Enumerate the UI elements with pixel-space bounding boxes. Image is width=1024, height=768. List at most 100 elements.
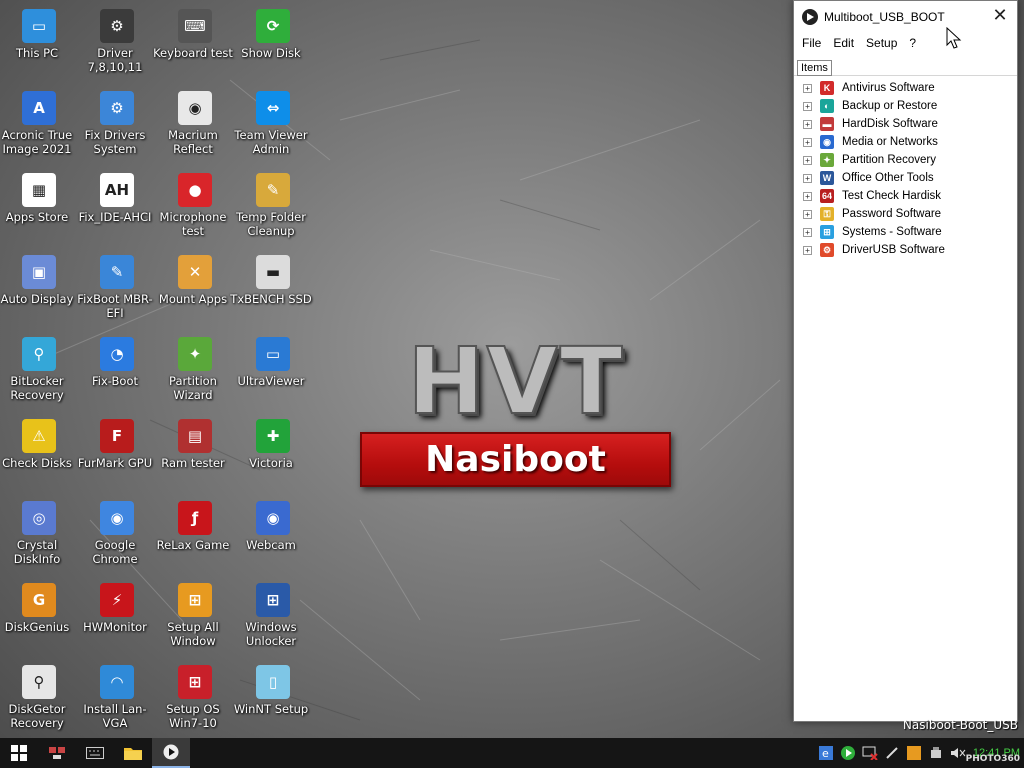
tree-item-network[interactable]: + ◉ Media or Networks	[794, 133, 1017, 151]
close-button[interactable]: ✕	[983, 1, 1017, 31]
menu-setup[interactable]: Setup	[862, 36, 901, 50]
tree-item-word[interactable]: + W Office Other Tools	[794, 169, 1017, 187]
expand-plus-icon[interactable]: +	[803, 227, 812, 237]
tree-item-label: Test Check Hardisk	[842, 190, 942, 202]
desktop-icon-broom[interactable]: ✎ Temp Folder Cleanup	[234, 170, 312, 250]
desktop-icon-label: Driver 7,8,10,11	[87, 46, 143, 74]
desktop-icon-diskgenius[interactable]: G DiskGenius	[0, 580, 78, 660]
desktop-icon-windows-unlocker[interactable]: ⊞ Windows Unlocker	[234, 580, 312, 660]
desktop-icon-ahci[interactable]: AH Fix_IDE-AHCI	[78, 170, 156, 250]
expand-plus-icon[interactable]: +	[803, 101, 812, 111]
flash-icon: ƒ	[178, 501, 212, 535]
wrench-icon: ✎	[100, 255, 134, 289]
tab-items[interactable]: Items	[797, 60, 832, 76]
expand-plus-icon[interactable]: +	[803, 191, 812, 201]
desktop-icon-label: Macrium Reflect	[168, 128, 218, 156]
taskbar-multiboot[interactable]	[152, 738, 190, 768]
tree-item-windows[interactable]: + ⊞ Systems - Software	[794, 223, 1017, 241]
tree-item-test-64[interactable]: +64 Test Check Hardisk	[794, 187, 1017, 205]
desktop-icon-driver[interactable]: ⚙ Driver 7,8,10,11	[78, 6, 156, 86]
desktop-icon-tools[interactable]: ✕ Mount Apps	[156, 252, 234, 332]
desktop-icon-flash[interactable]: ƒ ReLax Game	[156, 498, 234, 578]
ram-icon: ▤	[178, 419, 212, 453]
tray-edge-icon[interactable]: e	[815, 738, 837, 768]
desktop-icon-pie[interactable]: ◔ Fix-Boot	[78, 334, 156, 414]
computer-icon: ▭	[22, 9, 56, 43]
wifi-icon: ◠	[100, 665, 134, 699]
desktop-icon-plus[interactable]: ✚ Victoria	[234, 416, 312, 496]
desktop-icon-chrome[interactable]: ◉ Google Chrome	[78, 498, 156, 578]
windows-setup-icon: ⊞	[178, 583, 212, 617]
desktop-icon-label: BitLocker Recovery	[10, 374, 64, 402]
desktop-icon-wrench[interactable]: ✎ FixBoot MBR-EFI	[77, 252, 156, 332]
desktop-icon-winntsetup[interactable]: ▯ WinNT Setup	[234, 662, 312, 742]
tree-item-backup[interactable]: + ◐ Backup or Restore	[794, 97, 1017, 115]
taskbar-explorer[interactable]	[114, 738, 152, 768]
tree-item-label: Media or Networks	[842, 136, 938, 148]
windows-icon: ⊞	[820, 225, 834, 239]
desktop-icon-keyboard[interactable]: ⌨ Keyboard test	[153, 6, 234, 86]
tree-item-partition[interactable]: + ✦ Partition Recovery	[794, 151, 1017, 169]
desktop-icon-webcam[interactable]: ◉ Webcam	[234, 498, 312, 578]
tree-item-label: Office Other Tools	[842, 172, 934, 184]
desktop-icon-teamviewer[interactable]: ⇔ Team Viewer Admin	[234, 88, 312, 168]
desktop-icon-ram[interactable]: ▤ Ram tester	[156, 416, 234, 496]
desktop-icon-furmark[interactable]: F FurMark GPU	[78, 416, 156, 496]
desktop-icon-crystaldiskinfo[interactable]: ◎ Crystal DiskInfo	[0, 498, 78, 578]
desktop-icon-bitlocker[interactable]: ⚲ BitLocker Recovery	[0, 334, 78, 414]
desktop-icon-label: DiskGetor Recovery	[8, 702, 66, 730]
expand-plus-icon[interactable]: +	[803, 119, 812, 129]
start-button[interactable]	[0, 738, 38, 768]
menu-file[interactable]: File	[798, 36, 825, 50]
ssd-icon: ▬	[256, 255, 290, 289]
expand-plus-icon[interactable]: +	[803, 83, 812, 93]
desktop-icon-windows-setup[interactable]: ⊞ Setup OS Win7-10	[156, 662, 234, 742]
expand-plus-icon[interactable]: +	[803, 137, 812, 147]
tree-item-harddisk[interactable]: + ▬ HardDisk Software	[794, 115, 1017, 133]
desktop-icon-warning[interactable]: ⚠ Check Disks	[0, 416, 78, 496]
windows-unlocker-icon: ⊞	[256, 583, 290, 617]
desktop-icon-label: Keyboard test	[153, 46, 233, 60]
expand-plus-icon[interactable]: +	[803, 173, 812, 183]
webcam-icon: ◉	[256, 501, 290, 535]
magnifier-icon: ⚲	[22, 665, 56, 699]
tree-item-antivirus[interactable]: + K Antivirus Software	[794, 79, 1017, 97]
expand-plus-icon[interactable]: +	[803, 209, 812, 219]
desktop-icon-computer[interactable]: ▭ This PC	[0, 6, 78, 86]
mouse-cursor-icon	[946, 27, 962, 49]
windows-logo-icon	[11, 745, 27, 761]
desktop-icon-microphone[interactable]: ● Microphone test	[156, 170, 234, 250]
tree-item-key[interactable]: + ⚿ Password Software	[794, 205, 1017, 223]
desktop-icon-store[interactable]: ▦ Apps Store	[0, 170, 78, 250]
desktop-icon-label: Google Chrome	[92, 538, 138, 566]
tray-play-icon[interactable]	[837, 738, 859, 768]
desktop-icon-fix-drivers[interactable]: ⚙ Fix Drivers System	[78, 88, 156, 168]
tree-item-driver-usb[interactable]: + ⚙ DriverUSB Software	[794, 241, 1017, 259]
tray-pen-icon[interactable]	[881, 738, 903, 768]
desktop-icon-ultraviewer[interactable]: ▭ UltraViewer	[234, 334, 312, 414]
desktop-icon-ssd[interactable]: ▬ TxBENCH SSD	[230, 252, 312, 332]
display-icon: ▣	[22, 255, 56, 289]
desktop-icon-magnifier[interactable]: ⚲ DiskGetor Recovery	[0, 662, 78, 742]
desktop-icon-display[interactable]: ▣ Auto Display	[0, 252, 78, 332]
expand-plus-icon[interactable]: +	[803, 245, 812, 255]
desktop-icon-hwmonitor[interactable]: ⚡ HWMonitor	[78, 580, 156, 660]
driver-icon: ⚙	[100, 9, 134, 43]
desktop-icon-acronis[interactable]: A Acronic True Image 2021	[0, 88, 78, 168]
taskbar-keyboard[interactable]	[76, 738, 114, 768]
desktop-icon-macrium[interactable]: ◉ Macrium Reflect	[156, 88, 234, 168]
menu-help[interactable]: ?	[905, 36, 920, 50]
tray-windows-setup-icon[interactable]	[903, 738, 925, 768]
desktop-icon-wifi[interactable]: ◠ Install Lan-VGA	[78, 662, 156, 742]
menu-edit[interactable]: Edit	[829, 36, 858, 50]
desktop-icon-refresh[interactable]: ⟳ Show Disk	[234, 6, 312, 86]
desktop-icon-windows-setup[interactable]: ⊞ Setup All Window	[156, 580, 234, 660]
desktop-icon-partition-wizard[interactable]: ✦ Partition Wizard	[156, 334, 234, 414]
menu-bar: File Edit Setup ?	[794, 32, 1017, 54]
tray-network-disconnected-icon[interactable]	[859, 738, 881, 768]
tray-usb-icon[interactable]	[925, 738, 947, 768]
taskbar-network-app[interactable]	[38, 738, 76, 768]
expand-plus-icon[interactable]: +	[803, 155, 812, 165]
tree-item-label: Backup or Restore	[842, 100, 938, 112]
nasiboot-usb-label: Nasiboot-Boot_USB	[902, 718, 1018, 732]
